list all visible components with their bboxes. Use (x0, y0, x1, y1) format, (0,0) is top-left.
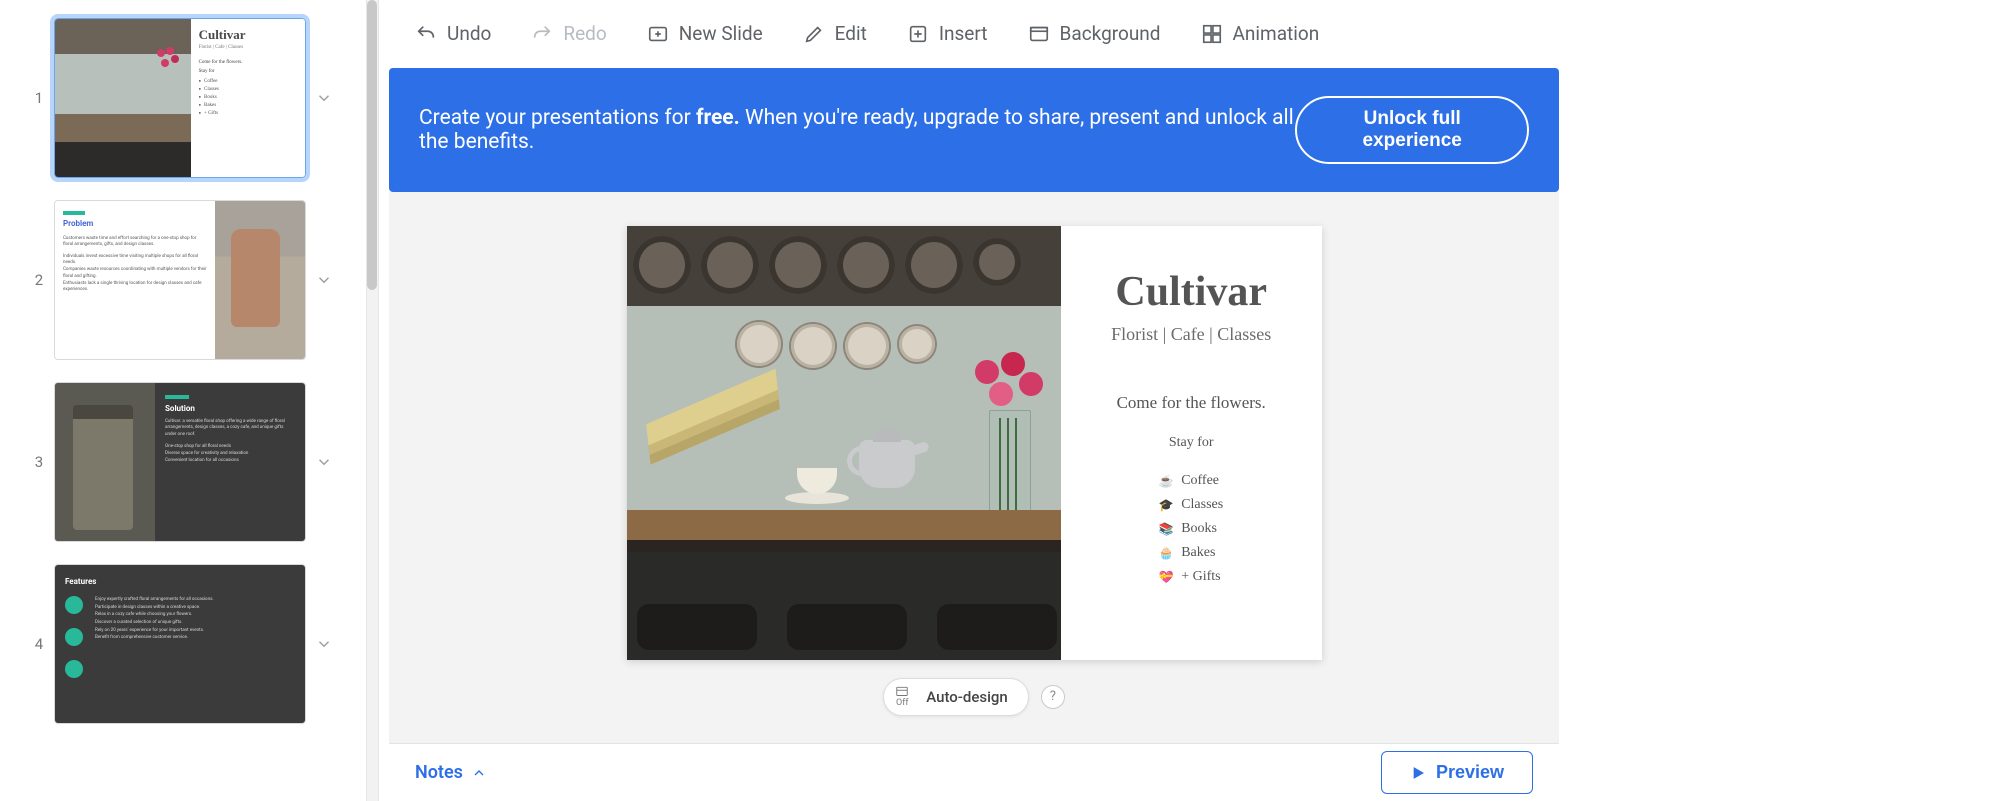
slide-lead: Come for the flowers. (1077, 393, 1306, 413)
thumbnail-number: 2 (24, 271, 54, 289)
slide-subtitle: Florist | Cafe | Classes (1077, 324, 1306, 345)
thumbs-scrollbar-track (366, 0, 378, 801)
thumb1-title: Cultivar (199, 27, 299, 43)
main-area: Undo Redo New Slide Edit Insert Backgrou… (378, 0, 1569, 801)
slide-canvas: Cultivar Florist | Cafe | Classes Come f… (389, 192, 1559, 801)
thumbnail-preview: Problem Customers waste time and effort … (54, 200, 306, 360)
slide-text-area[interactable]: Cultivar Florist | Cafe | Classes Come f… (1061, 226, 1322, 660)
thumbnail-preview: Cultivar Florist | Cafe | Classes Come f… (54, 18, 306, 178)
gifts-icon: 💝 (1159, 570, 1173, 584)
slide-title: Cultivar (1077, 268, 1306, 316)
thumbnail-slide-4[interactable]: 4 Features Enjoy expertly crafted floral… (24, 564, 368, 724)
auto-design-label: Auto-design (926, 688, 1008, 706)
classes-icon: 🎓 (1159, 498, 1173, 512)
slide-stay: Stay for (1077, 435, 1306, 451)
list-item: ☕Coffee (1159, 473, 1223, 489)
auto-design-pill[interactable]: Off Auto-design (883, 678, 1029, 716)
new-slide-label: New Slide (679, 22, 763, 45)
undo-button[interactable]: Undo (397, 14, 509, 53)
toolbar: Undo Redo New Slide Edit Insert Backgrou… (379, 0, 1569, 68)
undo-icon (415, 23, 437, 45)
insert-label: Insert (939, 22, 988, 45)
background-icon (1028, 23, 1050, 45)
edit-icon (803, 23, 825, 45)
thumbnail-options-chevron[interactable] (306, 453, 342, 471)
new-slide-icon (647, 23, 669, 45)
chevron-up-icon (471, 765, 487, 781)
banner-text: Create your presentations for free. When… (419, 106, 1295, 154)
thumb1-list: Coffee Classes Books Bakes + Gifts (199, 78, 299, 116)
background-label: Background (1060, 22, 1161, 45)
auto-design-off-toggle[interactable]: Off (894, 685, 910, 709)
bakes-icon: 🧁 (1159, 546, 1173, 560)
thumbnail-slide-3[interactable]: 3 Solution Cultivar: a versatile floral … (24, 382, 368, 542)
animation-label: Animation (1233, 22, 1320, 45)
thumbnail-number: 4 (24, 635, 54, 653)
chevron-down-icon (315, 271, 333, 289)
slide-thumbnails-panel: 1 Cultivar Florist | Cafe | Classes Come… (0, 0, 378, 801)
books-icon: 📚 (1159, 522, 1173, 536)
edit-label: Edit (835, 22, 867, 45)
animation-icon (1201, 23, 1223, 45)
redo-icon (531, 23, 553, 45)
layout-icon (894, 685, 910, 699)
insert-button[interactable]: Insert (889, 14, 1006, 53)
thumbnail-options-chevron[interactable] (306, 271, 342, 289)
preview-button[interactable]: Preview (1381, 751, 1533, 794)
auto-design-help-button[interactable]: ? (1041, 685, 1065, 709)
list-item: 🎓Classes (1159, 497, 1223, 513)
play-icon (1410, 765, 1426, 781)
list-item: 💝+ Gifts (1159, 569, 1223, 585)
coffee-icon: ☕ (1159, 474, 1173, 488)
thumb2-bullets: Individuals invest excessive time visiti… (63, 254, 207, 295)
chevron-down-icon (315, 89, 333, 107)
bottom-bar: Notes Preview (389, 743, 1559, 801)
chevron-down-icon (315, 635, 333, 653)
thumbnail-preview: Solution Cultivar: a versatile floral sh… (54, 382, 306, 542)
thumb4-bullets: Enjoy expertly crafted floral arrangemen… (95, 596, 295, 692)
thumbnail-options-chevron[interactable] (306, 89, 342, 107)
thumb3-bullets: One-stop shop for all floral needs Diver… (165, 443, 295, 465)
thumb3-body: Cultivar: a versatile floral shop offeri… (165, 419, 295, 438)
insert-icon (907, 23, 929, 45)
thumbs-scrollbar-thumb[interactable] (367, 0, 377, 290)
thumbnail-slide-1[interactable]: 1 Cultivar Florist | Cafe | Classes Come… (24, 18, 368, 178)
slide-image (627, 226, 1061, 660)
unlock-full-experience-button[interactable]: Unlock full experience (1295, 96, 1529, 164)
edit-button[interactable]: Edit (785, 14, 885, 53)
thumb2-body: Customers waste time and effort searchin… (63, 236, 207, 249)
thumbnail-number: 1 (24, 89, 54, 107)
thumb4-heading: Features (65, 577, 295, 586)
new-slide-button[interactable]: New Slide (629, 14, 781, 53)
upgrade-banner: Create your presentations for free. When… (389, 68, 1559, 192)
right-whitespace (1569, 0, 1999, 801)
redo-label: Redo (563, 22, 606, 45)
thumbnail-slide-2[interactable]: 2 Problem Customers waste time and effor… (24, 200, 368, 360)
auto-design-bar: Off Auto-design ? (883, 678, 1065, 716)
list-item: 🧁Bakes (1159, 545, 1223, 561)
thumb1-subtitle: Florist | Cafe | Classes (199, 45, 299, 50)
thumbnail-number: 3 (24, 453, 54, 471)
notes-toggle[interactable]: Notes (415, 762, 487, 783)
animation-button[interactable]: Animation (1183, 14, 1338, 53)
thumbnail-preview: Features Enjoy expertly crafted floral a… (54, 564, 306, 724)
thumb1-lead: Come for the flowers. (199, 60, 299, 65)
chevron-down-icon (315, 453, 333, 471)
thumbnail-options-chevron[interactable] (306, 635, 342, 653)
redo-button[interactable]: Redo (513, 14, 624, 53)
current-slide[interactable]: Cultivar Florist | Cafe | Classes Come f… (627, 226, 1322, 660)
thumb1-stay: Stay for (199, 69, 299, 74)
slide-list: ☕Coffee 🎓Classes 📚Books 🧁Bakes 💝+ Gifts (1159, 465, 1223, 593)
thumb3-heading: Solution (165, 404, 295, 413)
thumb2-heading: Problem (63, 219, 207, 228)
background-button[interactable]: Background (1010, 14, 1179, 53)
undo-label: Undo (447, 22, 491, 45)
list-item: 📚Books (1159, 521, 1223, 537)
